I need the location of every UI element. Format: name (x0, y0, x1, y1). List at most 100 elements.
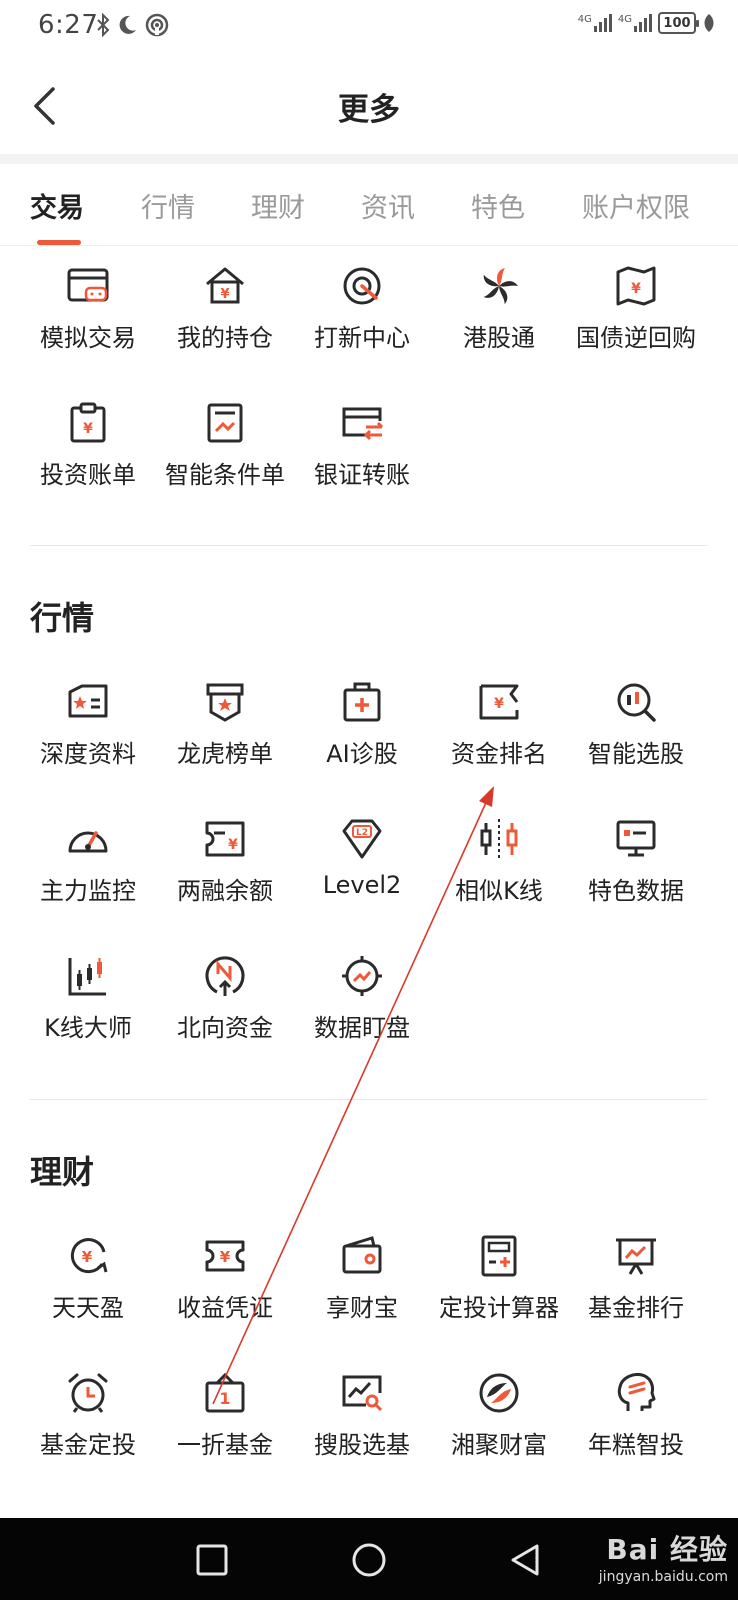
bank-transfer-icon (342, 407, 384, 441)
main-monitor-icon (68, 831, 108, 853)
search-fund-icon (342, 1375, 383, 1412)
grid-item-invest-bill[interactable]: ¥ 投资账单 (18, 401, 158, 531)
page-title: 更多 (338, 92, 400, 128)
grid-item-label: 天天盈 (52, 1294, 124, 1322)
hotspot-icon (145, 13, 169, 37)
grid-item-bank-transfer[interactable]: 银证转账 (292, 401, 432, 531)
grid-item-label: 龙虎榜单 (177, 740, 273, 768)
daily-profit-icon: ¥ (70, 1238, 108, 1274)
grid-item-label: 打新中心 (314, 324, 410, 352)
holdings-icon: ¥ (206, 267, 244, 304)
northbound-icon (205, 956, 245, 996)
grid-item-daily-profit[interactable]: ¥ 天天盈 (18, 1234, 158, 1364)
section-divider (30, 1099, 708, 1100)
svg-text:¥: ¥ (220, 1248, 231, 1266)
grid-item-label: 一折基金 (177, 1431, 273, 1459)
grid-item-discount-fund[interactable]: 1 一折基金 (155, 1371, 295, 1501)
tab-active-indicator (37, 240, 81, 245)
grid-item-ai-diagnosis[interactable]: AI诊股 (292, 680, 432, 810)
svg-text:¥: ¥ (631, 281, 641, 297)
grid-item-label: 北向资金 (177, 1014, 273, 1042)
grid-item-label: 数据盯盘 (314, 1014, 410, 1042)
bluetooth-icon (97, 13, 110, 37)
system-nav-bar: Bai 经验 jingyan.baidu.com (0, 1518, 738, 1600)
tab-market[interactable]: 行情 (141, 186, 195, 225)
alarm-clock-icon (68, 1373, 108, 1413)
grid-item-hk-connect[interactable]: 港股通 (429, 264, 569, 394)
grid-item-search-fund[interactable]: 搜股选基 (292, 1371, 432, 1501)
status-bar: 6:27 4G 4G 100 (0, 0, 738, 56)
wallet-icon (342, 1236, 382, 1274)
section-title-market: 行情 (30, 599, 95, 637)
grid-item-smart-pick[interactable]: 智能选股 (566, 680, 706, 810)
income-voucher-icon: ¥ (205, 1240, 245, 1272)
grid-item-label: 智能选股 (588, 740, 684, 768)
grid-item-label: 定投计算器 (439, 1294, 559, 1322)
svg-text:L2: L2 (356, 828, 368, 838)
grid-item-xiangju[interactable]: 湘聚财富 (429, 1371, 569, 1501)
ipo-center-icon (343, 267, 381, 305)
grid-item-fund-auto-invest[interactable]: 基金定投 (18, 1371, 158, 1501)
grid-item-fund-rank[interactable]: 基金排行 (566, 1234, 706, 1364)
grid-item-label: 银证转账 (314, 461, 410, 489)
treasury-repo-icon: ¥ (616, 266, 656, 306)
grid-item-sim-trade[interactable]: 模拟交易 (18, 264, 158, 394)
leaf-icon (704, 14, 714, 32)
sim-trade-icon (67, 268, 109, 302)
svg-text:¥: ¥ (228, 837, 238, 853)
grid-item-wallet[interactable]: 享财宝 (292, 1234, 432, 1364)
grid-item-smart-order[interactable]: 智能条件单 (155, 401, 295, 531)
deep-data-icon (68, 684, 108, 718)
tab-trade[interactable]: 交易 (30, 186, 84, 225)
triangle-back-icon (511, 1544, 539, 1576)
section-title-finance: 理财 (30, 1153, 95, 1191)
grid-item-label: 资金排名 (451, 740, 547, 768)
grid-item-feature-data[interactable]: 特色数据 (566, 817, 706, 947)
grid-item-northbound[interactable]: 北向资金 (155, 954, 295, 1084)
feature-data-icon (616, 820, 656, 857)
grid-item-label: 国债逆回购 (576, 324, 696, 352)
tab-bar: 交易 行情 理财 资讯 特色 账户权限 (0, 164, 738, 246)
back-nav-button[interactable] (503, 1538, 547, 1582)
grid-item-smart-invest[interactable]: 年糕智投 (566, 1371, 706, 1501)
tab-account-permissions[interactable]: 账户权限 (582, 186, 690, 225)
grid-item-label: 搜股选基 (314, 1431, 410, 1459)
invest-bill-icon: ¥ (70, 402, 106, 443)
square-icon (196, 1544, 228, 1576)
tab-news[interactable]: 资讯 (361, 186, 415, 225)
svg-text:¥: ¥ (220, 287, 229, 302)
svg-text:¥: ¥ (82, 1248, 93, 1266)
grid-item-margin-balance[interactable]: ¥ 两融余额 (155, 817, 295, 947)
grid-item-fund-ranking[interactable]: ¥ 资金排名 (429, 680, 569, 810)
grid-item-level2[interactable]: L2 Level2 (292, 817, 432, 947)
grid-item-calculator[interactable]: 定投计算器 (429, 1234, 569, 1364)
grid-item-label: 享财宝 (326, 1294, 398, 1322)
signal-icon-2: 4G (618, 14, 652, 32)
grid-item-label: 基金定投 (40, 1431, 136, 1459)
grid-item-label: 相似K线 (455, 877, 543, 905)
grid-item-treasury-repo[interactable]: ¥ 国债逆回购 (566, 264, 706, 394)
tab-finance[interactable]: 理财 (251, 186, 305, 225)
data-watch-icon (342, 956, 382, 996)
grid-item-data-watch[interactable]: 数据盯盘 (292, 954, 432, 1084)
grid-item-main-monitor[interactable]: 主力监控 (18, 817, 158, 947)
grid-item-kline-master[interactable]: K线大师 (18, 954, 158, 1084)
grid-item-income-voucher[interactable]: ¥ 收益凭证 (155, 1234, 295, 1364)
tab-features[interactable]: 特色 (471, 186, 525, 225)
grid-item-label: 模拟交易 (40, 324, 136, 352)
fund-rank-icon (616, 1238, 656, 1275)
grid-item-holdings[interactable]: ¥ 我的持仓 (155, 264, 295, 394)
grid-item-similar-kline[interactable]: 相似K线 (429, 817, 569, 947)
grid-item-deep-data[interactable]: 深度资料 (18, 680, 158, 810)
xiangju-icon (479, 1373, 519, 1413)
home-button[interactable] (347, 1538, 391, 1582)
grid-item-label: K线大师 (44, 1014, 132, 1042)
grid-item-ipo-center[interactable]: 打新中心 (292, 264, 432, 394)
grid-item-label: AI诊股 (326, 740, 398, 768)
grid-item-dragon-tiger[interactable]: 龙虎榜单 (155, 680, 295, 810)
recent-apps-button[interactable] (190, 1538, 234, 1582)
smart-invest-icon (617, 1373, 656, 1411)
battery-icon: 100 (658, 12, 699, 34)
margin-balance-icon: ¥ (205, 821, 245, 857)
nav-header: 更多 (0, 56, 738, 154)
